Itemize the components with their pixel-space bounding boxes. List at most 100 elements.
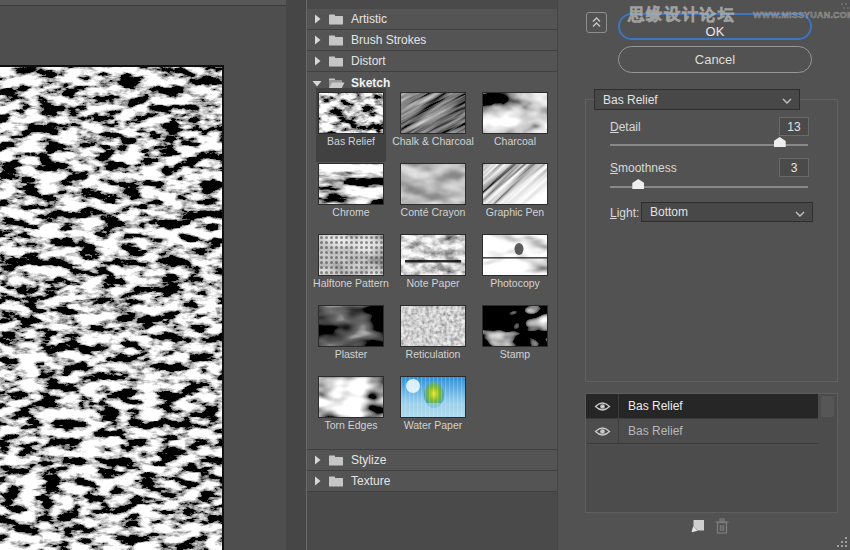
filter-thumb-label: Conté Crayon	[401, 206, 466, 218]
light-dropdown[interactable]: Bottom	[641, 202, 813, 222]
filter-thumb-graphic-pen[interactable]: Graphic Pen	[480, 159, 550, 233]
detail-value[interactable]: 13	[779, 117, 809, 136]
folder-icon	[328, 55, 345, 67]
category-label: Distort	[351, 54, 386, 68]
category-brush-strokes[interactable]: Brush Strokes	[307, 30, 557, 51]
category-texture[interactable]: Texture	[307, 471, 557, 492]
category-collapsed-icon	[312, 14, 322, 24]
effect-layer-row[interactable]: Bas Relief	[586, 394, 818, 419]
chevron-down-icon	[795, 211, 805, 217]
filter-thumb-stamp[interactable]: Stamp	[480, 301, 550, 375]
filter-type-dropdown[interactable]: Bas Relief	[594, 89, 800, 110]
filter-thumb-label: Note Paper	[406, 277, 459, 289]
filter-thumb-label: Photocopy	[490, 277, 540, 289]
filter-thumb-label: Graphic Pen	[486, 206, 544, 218]
eye-icon	[594, 401, 611, 412]
detail-label: Detail	[610, 120, 641, 134]
filter-thumbnail-image	[319, 306, 383, 346]
sketch-filter-grid: Bas Relief Chalk & Charcoal Charcoal Chrome…	[307, 93, 557, 450]
filter-thumbnail-image	[401, 306, 465, 346]
layer-visibility-toggle[interactable]	[586, 419, 619, 443]
effect-layer-name: Bas Relief	[619, 399, 683, 413]
new-effect-layer-icon[interactable]	[690, 518, 706, 534]
filter-thumb-photocopy[interactable]: Photocopy	[480, 230, 550, 304]
preview-pane-top-strip	[0, 0, 302, 6]
smoothness-value[interactable]: 3	[779, 158, 809, 177]
filter-thumbnail-image	[319, 377, 383, 417]
filter-thumbnail-image	[319, 235, 383, 275]
light-value: Bottom	[650, 205, 688, 219]
filter-thumb-label: Halftone Pattern	[313, 277, 389, 289]
category-collapsed-icon	[312, 35, 322, 45]
filter-thumb-charcoal[interactable]: Charcoal	[480, 88, 550, 162]
filter-thumb-label: Chalk & Charcoal	[392, 135, 474, 147]
filter-thumb-label: Stamp	[500, 348, 530, 360]
filter-gallery-dialog: { "watermark": { "cn": "思缘设计论坛", "en": "…	[0, 0, 850, 550]
category-distort[interactable]: Distort	[307, 51, 557, 72]
filter-type-value: Bas Relief	[603, 93, 658, 107]
filter-thumb-label: Reticulation	[406, 348, 461, 360]
filter-thumbnail-image	[483, 164, 547, 204]
filter-thumb-halftone-pattern[interactable]: Halftone Pattern	[316, 230, 386, 304]
resize-grip[interactable]	[836, 536, 848, 548]
folder-icon	[328, 34, 345, 46]
filter-thumbnail-image	[401, 164, 465, 204]
filter-thumbnail-image	[401, 377, 465, 417]
collapse-button[interactable]	[586, 12, 607, 33]
corner-grip	[840, 2, 850, 12]
category-stylize[interactable]: Stylize	[307, 450, 557, 471]
watermark-url: WWW.MISSYUAN.COM	[753, 10, 850, 20]
filter-thumb-label: Chrome	[332, 206, 369, 218]
layers-scrollbar[interactable]	[818, 394, 837, 512]
filter-thumb-chalk-charcoal[interactable]: Chalk & Charcoal	[398, 88, 468, 162]
category-label: Artistic	[351, 12, 387, 26]
watermark-chinese: 思缘设计论坛	[628, 5, 736, 26]
chevron-down-icon	[782, 98, 792, 104]
category-expanded-icon	[312, 78, 322, 88]
category-label: Brush Strokes	[351, 33, 426, 47]
filter-options-group	[585, 99, 838, 382]
filter-thumb-bas-relief[interactable]: Bas Relief	[316, 88, 386, 162]
filter-thumbnail-image	[319, 164, 383, 204]
eye-icon	[594, 426, 611, 437]
category-collapsed-icon	[312, 455, 322, 465]
double-chevron-up-icon	[592, 17, 601, 28]
category-collapsed-icon	[312, 476, 322, 486]
filter-thumb-torn-edges[interactable]: Torn Edges	[316, 372, 386, 446]
filter-thumb-label: Water Paper	[404, 419, 463, 431]
category-collapsed-icon	[312, 56, 322, 66]
filter-thumbnail-image	[483, 93, 547, 133]
filter-thumb-reticulation[interactable]: Reticulation	[398, 301, 468, 375]
filter-category-list: ArtisticBrush StrokesDistortSketchBas Re…	[307, 0, 558, 550]
filter-thumb-plaster[interactable]: Plaster	[316, 301, 386, 375]
filter-thumb-chrome[interactable]: Chrome	[316, 159, 386, 233]
filter-thumb-label: Plaster	[335, 348, 368, 360]
filter-thumb-label: Torn Edges	[324, 419, 377, 431]
category-artistic[interactable]: Artistic	[307, 9, 557, 30]
filter-thumb-label: Charcoal	[494, 135, 536, 147]
pane-divider	[286, 0, 307, 550]
delete-effect-layer-icon[interactable]	[715, 518, 729, 534]
light-label: Light:	[610, 206, 639, 220]
category-label: Texture	[351, 474, 390, 488]
category-label: Stylize	[351, 453, 386, 467]
filter-thumb-note-paper[interactable]: Note Paper	[398, 230, 468, 304]
effect-layer-name: Bas Relief	[619, 424, 683, 438]
bas-relief-preview-texture	[0, 67, 222, 550]
filter-thumb-label: Bas Relief	[327, 135, 375, 147]
layer-visibility-toggle[interactable]	[586, 394, 619, 418]
filter-thumb-cont-crayon[interactable]: Conté Crayon	[398, 159, 468, 233]
open-folder-icon	[328, 77, 345, 89]
filter-thumb-water-paper[interactable]: Water Paper	[398, 372, 468, 446]
smoothness-label: Smoothness	[610, 161, 677, 175]
filter-thumbnail-image	[483, 235, 547, 275]
cancel-button[interactable]: Cancel	[618, 46, 812, 73]
effect-layer-row[interactable]: Bas Relief	[586, 419, 818, 444]
filter-thumbnail-image	[319, 93, 383, 133]
filter-thumbnail-image	[401, 93, 465, 133]
effect-layers-list: Bas Relief Bas Relief	[585, 393, 838, 513]
filter-preview-image	[0, 65, 224, 550]
filter-thumbnail-image	[483, 306, 547, 346]
filter-thumbnail-image	[401, 235, 465, 275]
folder-icon	[328, 475, 345, 487]
